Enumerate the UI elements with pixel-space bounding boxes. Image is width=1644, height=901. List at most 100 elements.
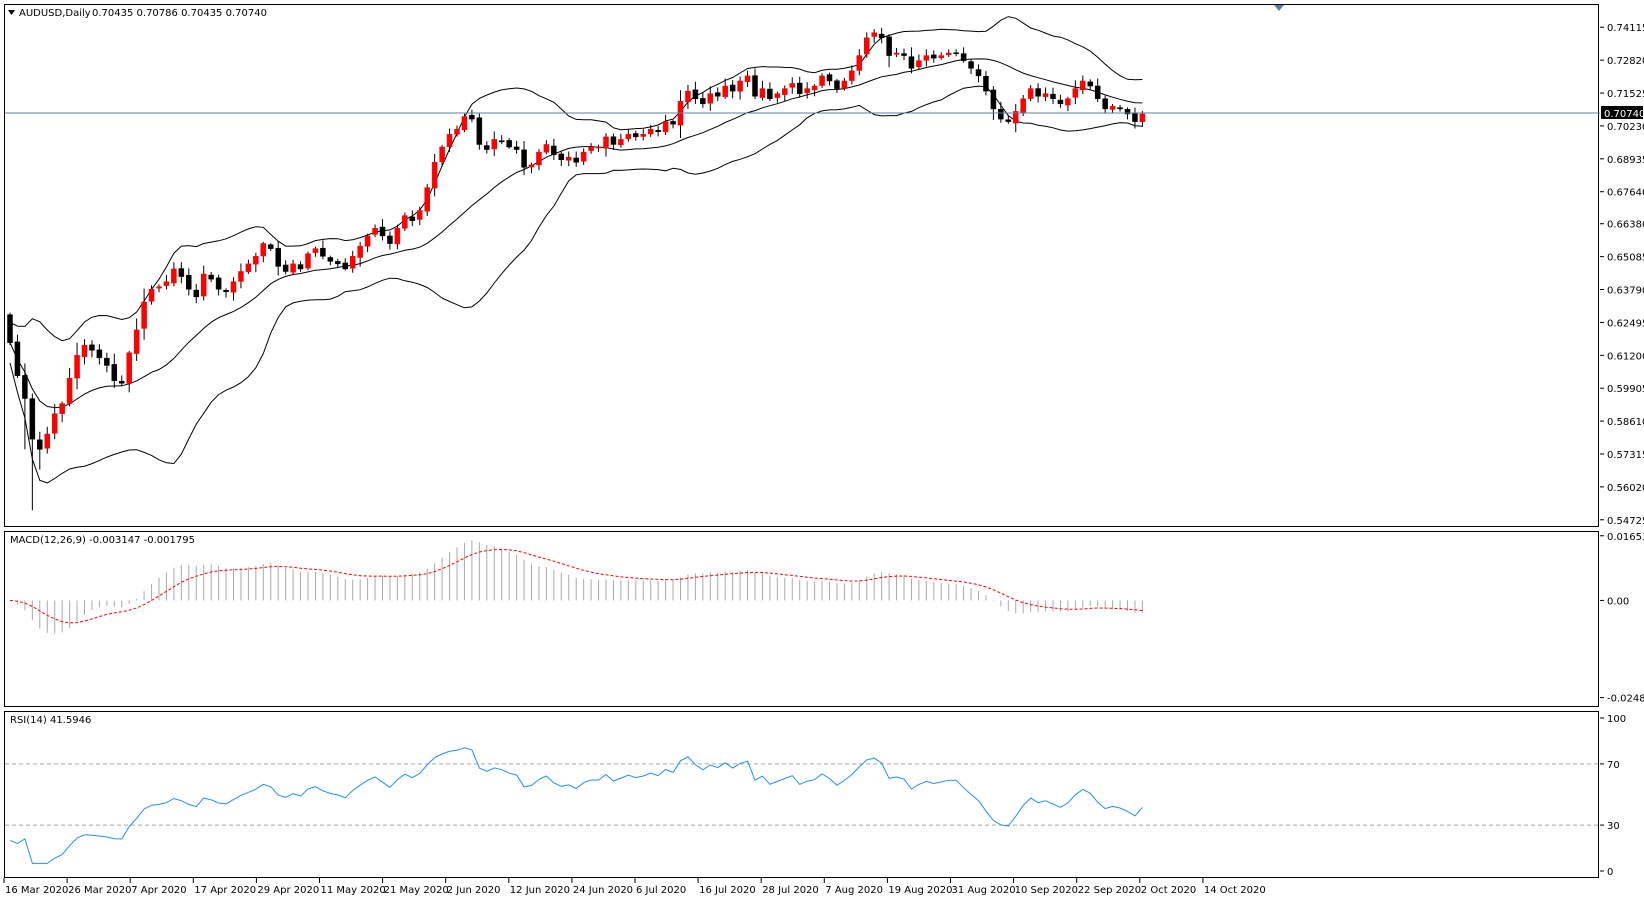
- candle: [104, 352, 110, 373]
- candle-body: [938, 55, 944, 59]
- candle: [1117, 104, 1123, 112]
- candle: [916, 54, 922, 70]
- price-axis-label: 0.68935: [1607, 155, 1644, 166]
- candle: [498, 135, 505, 145]
- candle-body: [96, 349, 103, 359]
- candle-body: [320, 247, 326, 257]
- bollinger-bands: [9, 16, 1143, 484]
- symbol-dropdown-icon[interactable]: [8, 10, 15, 15]
- candle: [715, 87, 721, 102]
- price-axis-label: 0.74115: [1607, 23, 1644, 34]
- candle-body: [528, 164, 535, 168]
- candle-body: [796, 82, 803, 94]
- candle: [1035, 83, 1041, 103]
- time-axis-label: 2 Jun 2020: [447, 885, 501, 896]
- candle: [968, 58, 974, 75]
- candle-body: [715, 92, 721, 97]
- candle-body: [104, 357, 110, 366]
- candle: [417, 206, 423, 226]
- candle-body: [1027, 88, 1034, 99]
- candle-body: [245, 263, 252, 273]
- candle: [566, 151, 572, 167]
- candle-body: [223, 289, 229, 293]
- rsi-axis-label: 30: [1607, 821, 1620, 832]
- candle: [253, 252, 259, 273]
- candle: [305, 251, 311, 271]
- time-axis-label: 21 May 2020: [384, 885, 449, 896]
- candle-body: [722, 85, 728, 97]
- candle-body: [193, 289, 199, 298]
- price-axis: 0.74115 0.72820 0.71525 0.70230 0.68935 0.676…: [1600, 23, 1644, 527]
- candle: [588, 143, 594, 154]
- macd-label: MACD(12,26,9) -0.003147 -0.001795: [10, 535, 195, 546]
- candle: [14, 334, 21, 378]
- candle-body: [1050, 93, 1056, 99]
- candle: [22, 363, 28, 450]
- candle-body: [290, 263, 296, 273]
- candle: [610, 133, 617, 150]
- price-axis-label: 0.61200: [1607, 351, 1644, 362]
- rsi-axis-label: 0: [1607, 867, 1613, 878]
- candle-body: [22, 375, 28, 399]
- candle: [677, 90, 684, 139]
- candle-body: [81, 344, 88, 358]
- candle: [864, 32, 870, 58]
- candle-body: [1005, 119, 1012, 122]
- candle-body: [349, 255, 356, 269]
- trading-chart[interactable]: AUDUSD,Daily 0.70435 0.70786 0.70435 0.7…: [0, 0, 1644, 901]
- candle-body: [357, 245, 363, 258]
- candle-body: [439, 146, 445, 163]
- candle-body: [1080, 80, 1086, 91]
- candle-body: [729, 84, 736, 92]
- candle: [945, 49, 952, 57]
- candle-body: [29, 398, 36, 440]
- candle: [834, 78, 840, 93]
- candle-body: [402, 215, 408, 229]
- candle: [506, 138, 512, 149]
- candle-body: [931, 54, 937, 59]
- time-axis-label: 31 Aug 2020: [952, 885, 1016, 896]
- candle: [782, 85, 788, 102]
- time-axis-label: 7 Apr 2020: [131, 885, 186, 896]
- candle: [260, 241, 267, 263]
- candle: [163, 274, 170, 290]
- candle: [81, 339, 88, 365]
- chart-shift-marker-icon[interactable]: [1274, 5, 1284, 11]
- time-axis-label: 10 Sep 2020: [1015, 885, 1078, 896]
- candle-body: [133, 329, 140, 354]
- macd-axis-label: -0.024849: [1607, 694, 1644, 705]
- candle-body: [558, 153, 565, 160]
- candle-body: [536, 151, 542, 166]
- candle: [759, 80, 766, 101]
- candle-body: [856, 55, 863, 71]
- candle: [372, 224, 378, 238]
- candle-body: [1057, 99, 1064, 105]
- candle: [7, 312, 13, 346]
- candle-body: [305, 253, 311, 269]
- rsi-axis-label: 70: [1607, 760, 1620, 771]
- bollinger-middle-band: [9, 58, 1143, 409]
- candle: [990, 86, 997, 121]
- candle-body: [394, 228, 401, 245]
- candle-body: [998, 108, 1004, 120]
- candle: [558, 151, 565, 166]
- candle-body: [878, 33, 885, 39]
- candle: [983, 71, 989, 96]
- candle-body: [953, 52, 959, 54]
- candle-body: [268, 244, 274, 249]
- bollinger-lower-band: [9, 85, 1143, 484]
- time-axis-label: 14 Oct 2020: [1204, 885, 1266, 896]
- price-axis-label: 0.56020: [1607, 483, 1644, 494]
- candle-body: [588, 146, 594, 151]
- candle-body: [551, 145, 557, 155]
- candle: [461, 113, 468, 133]
- candle: [685, 84, 691, 109]
- candle: [491, 131, 497, 157]
- candle-body: [752, 75, 758, 97]
- candle: [1072, 80, 1079, 105]
- candle: [1027, 85, 1034, 102]
- time-axis-label: 12 Jun 2020: [510, 885, 570, 896]
- candle: [819, 73, 825, 88]
- candle: [931, 50, 937, 63]
- candle-body: [618, 139, 624, 146]
